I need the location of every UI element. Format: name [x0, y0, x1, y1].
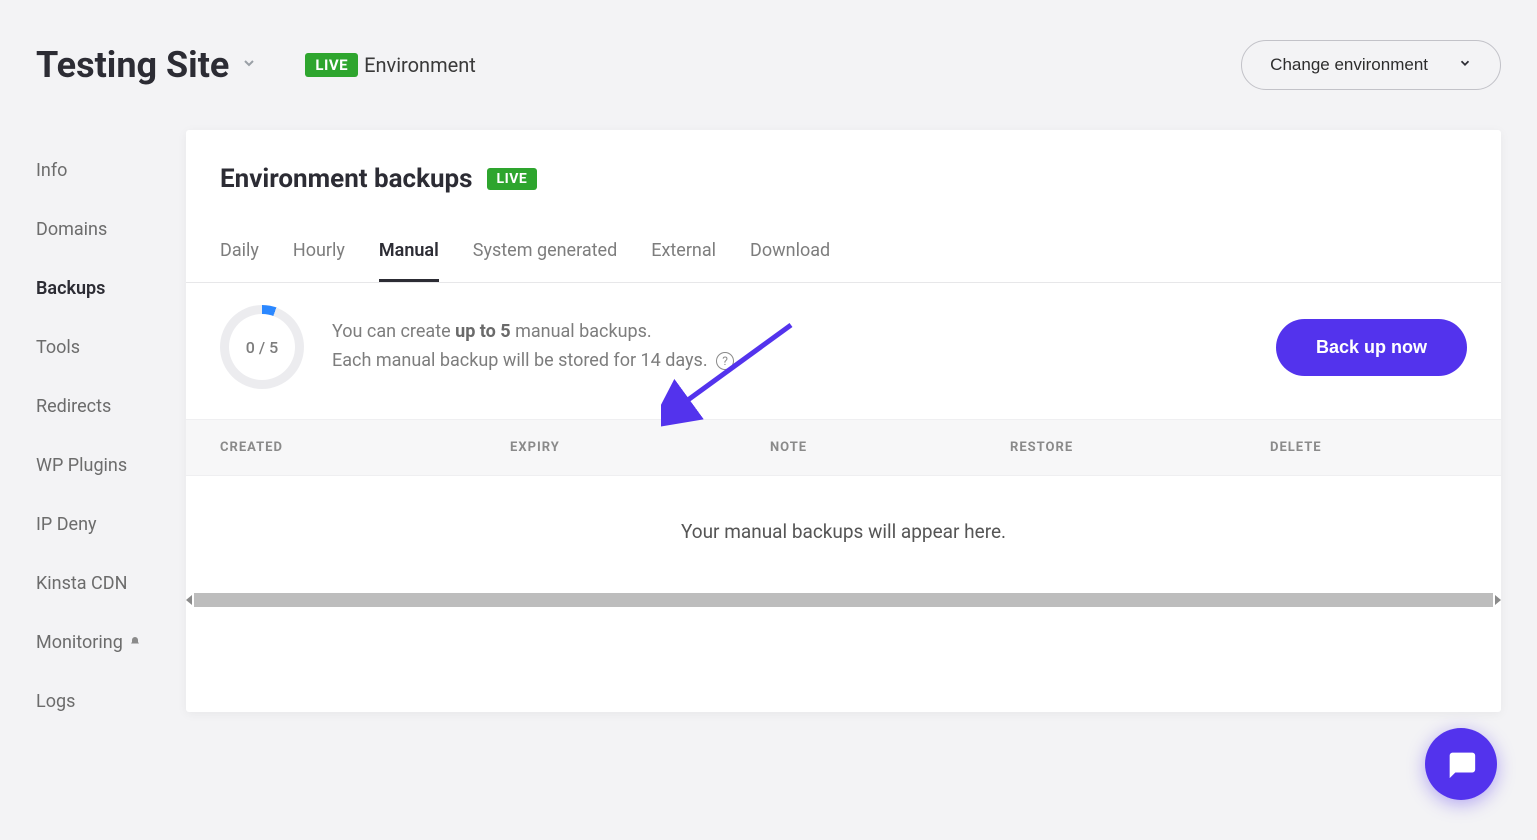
- sidebar: Info Domains Backups Tools Redirects WP …: [36, 130, 186, 712]
- chevron-down-icon[interactable]: [241, 55, 257, 75]
- tab-external[interactable]: External: [651, 240, 716, 282]
- backup-counter-ring: 0 / 5: [220, 305, 304, 389]
- sidebar-item-label: Tools: [36, 337, 80, 358]
- chat-button[interactable]: [1425, 728, 1497, 800]
- tabs: Daily Hourly Manual System generated Ext…: [186, 240, 1501, 283]
- page-header: Testing Site LIVE Environment Change env…: [0, 0, 1537, 110]
- sidebar-item-label: Logs: [36, 691, 75, 712]
- chat-icon: [1444, 747, 1478, 781]
- sidebar-item-label: Kinsta CDN: [36, 573, 127, 594]
- tab-manual[interactable]: Manual: [379, 240, 439, 282]
- tab-label: External: [651, 240, 716, 261]
- tab-hourly[interactable]: Hourly: [293, 240, 345, 282]
- info-line2: Each manual backup will be stored for 14…: [332, 350, 708, 371]
- tab-label: Hourly: [293, 240, 345, 261]
- sidebar-item-ip-deny[interactable]: IP Deny: [36, 514, 186, 535]
- sidebar-item-label: Info: [36, 160, 67, 181]
- change-environment-label: Change environment: [1270, 55, 1428, 75]
- sidebar-item-backups[interactable]: Backups: [36, 278, 186, 299]
- live-badge: LIVE: [487, 168, 538, 190]
- sidebar-item-tools[interactable]: Tools: [36, 337, 186, 358]
- sidebar-item-label: Monitoring: [36, 632, 123, 653]
- sidebar-item-label: Redirects: [36, 396, 111, 417]
- info-line1-bold: up to 5: [455, 321, 511, 342]
- empty-state: Your manual backups will appear here.: [186, 476, 1501, 593]
- help-icon[interactable]: ?: [716, 352, 734, 370]
- sidebar-item-label: Domains: [36, 219, 107, 240]
- tab-label: Download: [750, 240, 830, 261]
- sidebar-item-monitoring[interactable]: Monitoring: [36, 632, 186, 653]
- tab-daily[interactable]: Daily: [220, 240, 259, 282]
- backup-counter-text: 0 / 5: [246, 338, 278, 357]
- card-title: Environment backups: [220, 164, 473, 194]
- tab-download[interactable]: Download: [750, 240, 830, 282]
- info-row: 0 / 5 You can create up to 5 manual back…: [186, 283, 1501, 419]
- th-restore: RESTORE: [1010, 440, 1270, 455]
- th-expiry: EXPIRY: [510, 440, 770, 455]
- th-note: NOTE: [770, 440, 1010, 455]
- sidebar-item-domains[interactable]: Domains: [36, 219, 186, 240]
- sidebar-item-info[interactable]: Info: [36, 160, 186, 181]
- tab-label: Daily: [220, 240, 259, 261]
- backup-now-button[interactable]: Back up now: [1276, 319, 1467, 376]
- backups-card: Environment backups LIVE Daily Hourly Ma…: [186, 130, 1501, 712]
- bell-icon: [129, 632, 141, 653]
- table-header: CREATED EXPIRY NOTE RESTORE DELETE: [186, 419, 1501, 476]
- info-line1-pre: You can create: [332, 321, 455, 342]
- sidebar-item-label: IP Deny: [36, 514, 97, 535]
- tab-system-generated[interactable]: System generated: [473, 240, 617, 282]
- sidebar-item-label: WP Plugins: [36, 455, 127, 476]
- sidebar-item-wp-plugins[interactable]: WP Plugins: [36, 455, 186, 476]
- horizontal-scrollbar[interactable]: [194, 593, 1493, 607]
- sidebar-item-logs[interactable]: Logs: [36, 691, 186, 712]
- info-text: You can create up to 5 manual backups. E…: [332, 318, 734, 376]
- info-line1-post: manual backups.: [511, 321, 652, 342]
- th-created: CREATED: [220, 440, 510, 455]
- sidebar-item-label: Backups: [36, 278, 105, 299]
- environment-label: Environment: [364, 53, 476, 77]
- chevron-down-icon: [1458, 55, 1472, 75]
- site-title: Testing Site: [36, 44, 229, 86]
- th-delete: DELETE: [1270, 440, 1467, 455]
- tab-label: System generated: [473, 240, 617, 261]
- sidebar-item-kinsta-cdn[interactable]: Kinsta CDN: [36, 573, 186, 594]
- change-environment-button[interactable]: Change environment: [1241, 40, 1501, 90]
- live-badge: LIVE: [305, 53, 358, 77]
- tab-label: Manual: [379, 240, 439, 261]
- sidebar-item-redirects[interactable]: Redirects: [36, 396, 186, 417]
